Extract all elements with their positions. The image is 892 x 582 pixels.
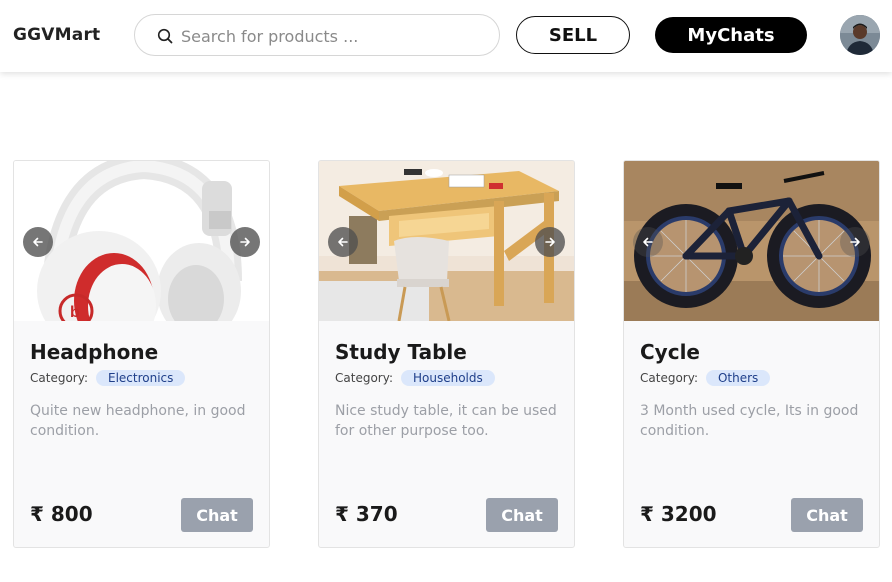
product-card[interactable]: b Headphone Category: Electronics Quite … bbox=[13, 160, 270, 548]
category-label: Category: bbox=[30, 371, 88, 385]
chat-button[interactable]: Chat bbox=[181, 498, 253, 532]
product-description: Nice study table, it can be used for oth… bbox=[335, 403, 557, 439]
next-image-button[interactable] bbox=[535, 227, 565, 257]
product-title: Headphone bbox=[30, 340, 159, 364]
category-row: Category: Others bbox=[640, 369, 771, 387]
my-chats-button[interactable]: MyChats bbox=[655, 17, 807, 53]
prev-image-button[interactable] bbox=[328, 227, 358, 257]
category-badge: Households bbox=[400, 370, 495, 386]
category-badge: Others bbox=[705, 370, 771, 386]
arrow-right-icon bbox=[240, 237, 250, 247]
brand-logo[interactable]: GGVMart bbox=[13, 25, 100, 45]
category-row: Category: Electronics bbox=[30, 369, 186, 387]
arrow-left-icon bbox=[338, 237, 348, 247]
product-description: Quite new headphone, in good condition. bbox=[30, 403, 246, 439]
product-description: 3 Month used cycle, Its in good conditio… bbox=[640, 403, 859, 439]
category-label: Category: bbox=[640, 371, 698, 385]
product-card[interactable]: Cycle Category: Others 3 Month used cycl… bbox=[623, 160, 880, 548]
arrow-left-icon bbox=[643, 237, 653, 247]
user-avatar[interactable] bbox=[840, 15, 880, 55]
search-bar[interactable] bbox=[134, 14, 500, 56]
product-title: Cycle bbox=[640, 340, 700, 364]
sell-button[interactable]: SELL bbox=[516, 16, 630, 54]
arrow-right-icon bbox=[850, 237, 860, 247]
arrow-right-icon bbox=[545, 237, 555, 247]
top-navbar: GGVMart SELL MyChats bbox=[0, 0, 892, 72]
next-image-button[interactable] bbox=[230, 227, 260, 257]
search-input[interactable] bbox=[181, 24, 481, 48]
chat-button[interactable]: Chat bbox=[791, 498, 863, 532]
product-title: Study Table bbox=[335, 340, 467, 364]
prev-image-button[interactable] bbox=[23, 227, 53, 257]
product-card[interactable]: Study Table Category: Households Nice st… bbox=[318, 160, 575, 548]
chat-button[interactable]: Chat bbox=[486, 498, 558, 532]
category-badge: Electronics bbox=[95, 370, 186, 386]
product-price: ₹ 800 bbox=[30, 502, 93, 526]
search-icon bbox=[157, 28, 173, 44]
arrow-left-icon bbox=[33, 237, 43, 247]
user-avatar-icon bbox=[840, 15, 880, 55]
prev-image-button[interactable] bbox=[633, 227, 663, 257]
next-image-button[interactable] bbox=[840, 227, 870, 257]
category-label: Category: bbox=[335, 371, 393, 385]
svg-text:b: b bbox=[70, 304, 80, 321]
product-price: ₹ 370 bbox=[335, 502, 398, 526]
product-price: ₹ 3200 bbox=[640, 502, 717, 526]
category-row: Category: Households bbox=[335, 369, 495, 387]
